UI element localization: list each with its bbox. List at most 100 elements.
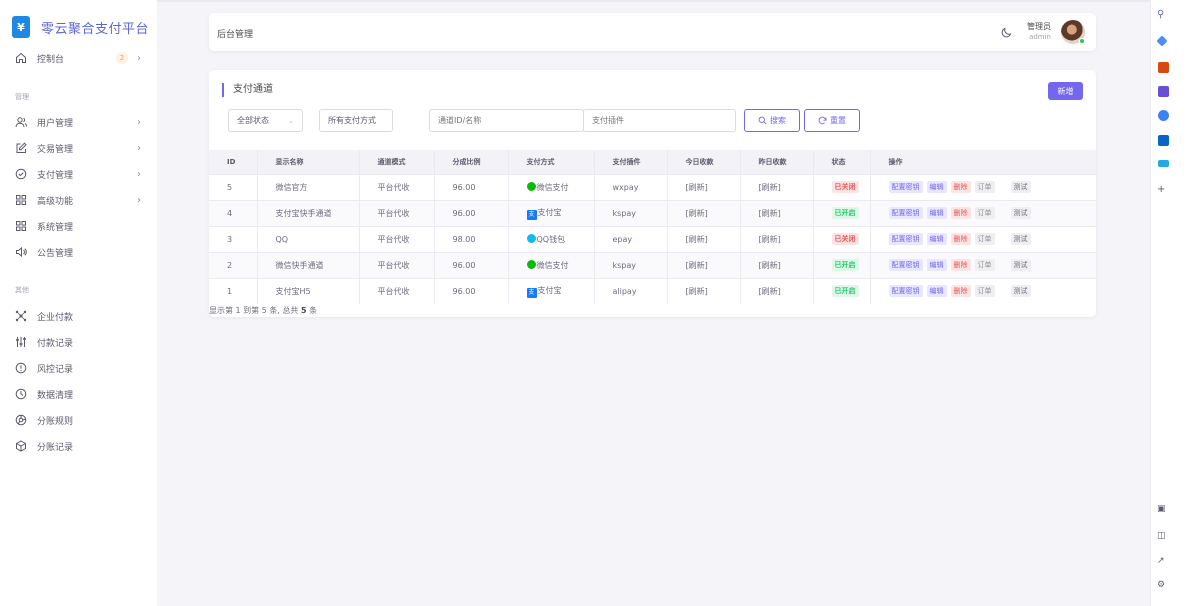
status-badge[interactable]: 已开启 xyxy=(831,259,859,271)
sidebar-item-payments[interactable]: 支付管理 › xyxy=(0,163,157,185)
orders-button[interactable]: 订单 xyxy=(974,233,995,245)
plugin-search-input[interactable] xyxy=(583,109,736,132)
column-header[interactable]: 支付方式 xyxy=(508,150,595,174)
sidebar-item-label: 风控记录 xyxy=(37,364,74,375)
menu-section-manage: 管理 xyxy=(15,93,29,101)
gear-icon[interactable]: ⚙ xyxy=(1157,580,1165,591)
status-badge[interactable]: 已开启 xyxy=(831,207,859,219)
edit-button[interactable]: 编辑 xyxy=(926,285,947,298)
search-icon[interactable]: ⚲ xyxy=(1157,9,1164,20)
status-badge[interactable]: 已开启 xyxy=(831,285,859,298)
user-icon[interactable] xyxy=(1158,86,1169,97)
sidebar-item-users[interactable]: 用户管理 › xyxy=(0,111,157,133)
cell-yesterday-refresh[interactable]: [刷新] xyxy=(740,277,814,304)
outlook-icon[interactable] xyxy=(1158,135,1169,146)
edit-button[interactable]: 编辑 xyxy=(926,259,947,271)
column-header[interactable]: 状态 xyxy=(813,150,871,174)
add-channel-button[interactable]: 新增 xyxy=(1048,82,1083,100)
test-button[interactable]: 测试 xyxy=(1010,181,1031,193)
config-key-button[interactable]: 配置密钥 xyxy=(888,207,923,219)
sidebar-icon[interactable]: ◫ xyxy=(1157,531,1166,542)
external-icon[interactable]: ↗ xyxy=(1157,556,1165,567)
edit-button[interactable]: 编辑 xyxy=(926,207,947,219)
brand[interactable]: ¥ 零云聚合支付平台 xyxy=(12,16,149,38)
status-badge[interactable]: 已关闭 xyxy=(831,181,859,193)
alipay-icon: 支 xyxy=(526,209,537,220)
sidebar-item-transactions[interactable]: 交易管理 › xyxy=(0,137,157,159)
method-label: 支付宝 xyxy=(537,207,562,217)
test-button[interactable]: 测试 xyxy=(1010,285,1031,298)
cell-plugin: wxpay xyxy=(594,173,668,200)
sidebar-item-dashboard[interactable]: 控制台 2 › xyxy=(0,47,157,69)
cell-today-refresh[interactable]: [刷新] xyxy=(667,225,741,252)
sidebar-item-data-cleanup[interactable]: 数据清理 xyxy=(0,383,157,405)
delete-button[interactable]: 删除 xyxy=(950,207,971,219)
reset-button[interactable]: 重置 xyxy=(804,109,860,132)
briefcase-icon[interactable] xyxy=(1158,62,1169,73)
cell-status: 已关闭 xyxy=(813,173,871,200)
tag-icon[interactable] xyxy=(1156,35,1168,47)
orders-button[interactable]: 订单 xyxy=(974,207,995,219)
delete-button[interactable]: 删除 xyxy=(950,181,971,193)
cell-yesterday-refresh[interactable]: [刷新] xyxy=(740,225,814,252)
sidebar-item-notices[interactable]: 公告管理 xyxy=(0,241,157,263)
settings-icon[interactable] xyxy=(1158,110,1169,121)
cell-today-refresh[interactable]: [刷新] xyxy=(667,199,741,226)
cell-yesterday-refresh[interactable]: [刷新] xyxy=(740,199,814,226)
column-header[interactable]: 今日收款 xyxy=(667,150,741,174)
cell-yesterday-refresh[interactable]: [刷新] xyxy=(740,173,814,200)
grid-icon xyxy=(15,220,27,232)
delete-button[interactable]: 删除 xyxy=(950,233,971,245)
channel-search-input[interactable] xyxy=(429,109,584,132)
column-header[interactable]: 分成比例 xyxy=(434,150,509,174)
orders-button[interactable]: 订单 xyxy=(974,285,995,298)
cell-name: 微信快手通道 xyxy=(257,251,360,278)
edit-button[interactable]: 编辑 xyxy=(926,233,947,245)
cell-yesterday-refresh[interactable]: [刷新] xyxy=(740,251,814,278)
sidebar-item-split-records[interactable]: 分账记录 xyxy=(0,435,157,457)
brand-title: 零云聚合支付平台 xyxy=(41,21,150,37)
sidebar-item-enterprise-pay[interactable]: 企业付款 xyxy=(0,305,157,327)
sidebar-item-risk-records[interactable]: 风控记录 xyxy=(0,357,157,379)
moon-icon[interactable] xyxy=(1001,26,1013,38)
menu-section-other: 其他 xyxy=(15,286,29,294)
config-key-button[interactable]: 配置密钥 xyxy=(888,233,923,245)
config-key-button[interactable]: 配置密钥 xyxy=(888,285,923,298)
screen-icon[interactable]: ▣ xyxy=(1157,504,1166,515)
cart-icon[interactable] xyxy=(1158,160,1169,167)
cell-name: 支付宝快手通道 xyxy=(257,199,360,226)
orders-button[interactable]: 订单 xyxy=(974,259,995,271)
search-button[interactable]: 搜索 xyxy=(744,109,800,132)
sidebar-item-advanced[interactable]: 高级功能 › xyxy=(0,189,157,211)
method-select[interactable]: 所有支付方式 xyxy=(319,109,393,132)
column-header[interactable]: ID xyxy=(209,150,258,174)
orders-button[interactable]: 订单 xyxy=(974,181,995,193)
cell-method: 微信支付 xyxy=(508,173,595,200)
test-button[interactable]: 测试 xyxy=(1010,259,1031,271)
edit-button[interactable]: 编辑 xyxy=(926,181,947,193)
column-header[interactable]: 显示名称 xyxy=(257,150,360,174)
cell-today-refresh[interactable]: [刷新] xyxy=(667,173,741,200)
status-badge[interactable]: 已关闭 xyxy=(831,233,859,245)
delete-button[interactable]: 删除 xyxy=(950,285,971,298)
sidebar-item-label: 支付管理 xyxy=(37,170,74,181)
sidebar-item-system[interactable]: 系统管理 xyxy=(0,215,157,237)
cell-today-refresh[interactable]: [刷新] xyxy=(667,277,741,304)
sliders-icon xyxy=(15,336,27,348)
status-select[interactable]: 全部状态 ⌄ xyxy=(228,109,303,132)
test-button[interactable]: 测试 xyxy=(1010,233,1031,245)
chevron-right-icon: › xyxy=(137,52,141,64)
cell-today-refresh[interactable]: [刷新] xyxy=(667,251,741,278)
config-key-button[interactable]: 配置密钥 xyxy=(888,181,923,193)
test-button[interactable]: 测试 xyxy=(1010,207,1031,219)
sidebar-item-split-rules[interactable]: 分账规则 xyxy=(0,409,157,431)
sidebar-item-payment-records[interactable]: 付款记录 xyxy=(0,331,157,353)
column-header[interactable]: 通道模式 xyxy=(359,150,435,174)
config-key-button[interactable]: 配置密钥 xyxy=(888,259,923,271)
delete-button[interactable]: 删除 xyxy=(950,259,971,271)
column-header[interactable]: 支付插件 xyxy=(594,150,668,174)
sidebar-item-label: 付款记录 xyxy=(37,338,74,349)
cell-mode: 平台代收 xyxy=(359,251,435,278)
column-header[interactable]: 昨日收款 xyxy=(740,150,814,174)
plus-icon[interactable]: + xyxy=(1157,184,1165,195)
